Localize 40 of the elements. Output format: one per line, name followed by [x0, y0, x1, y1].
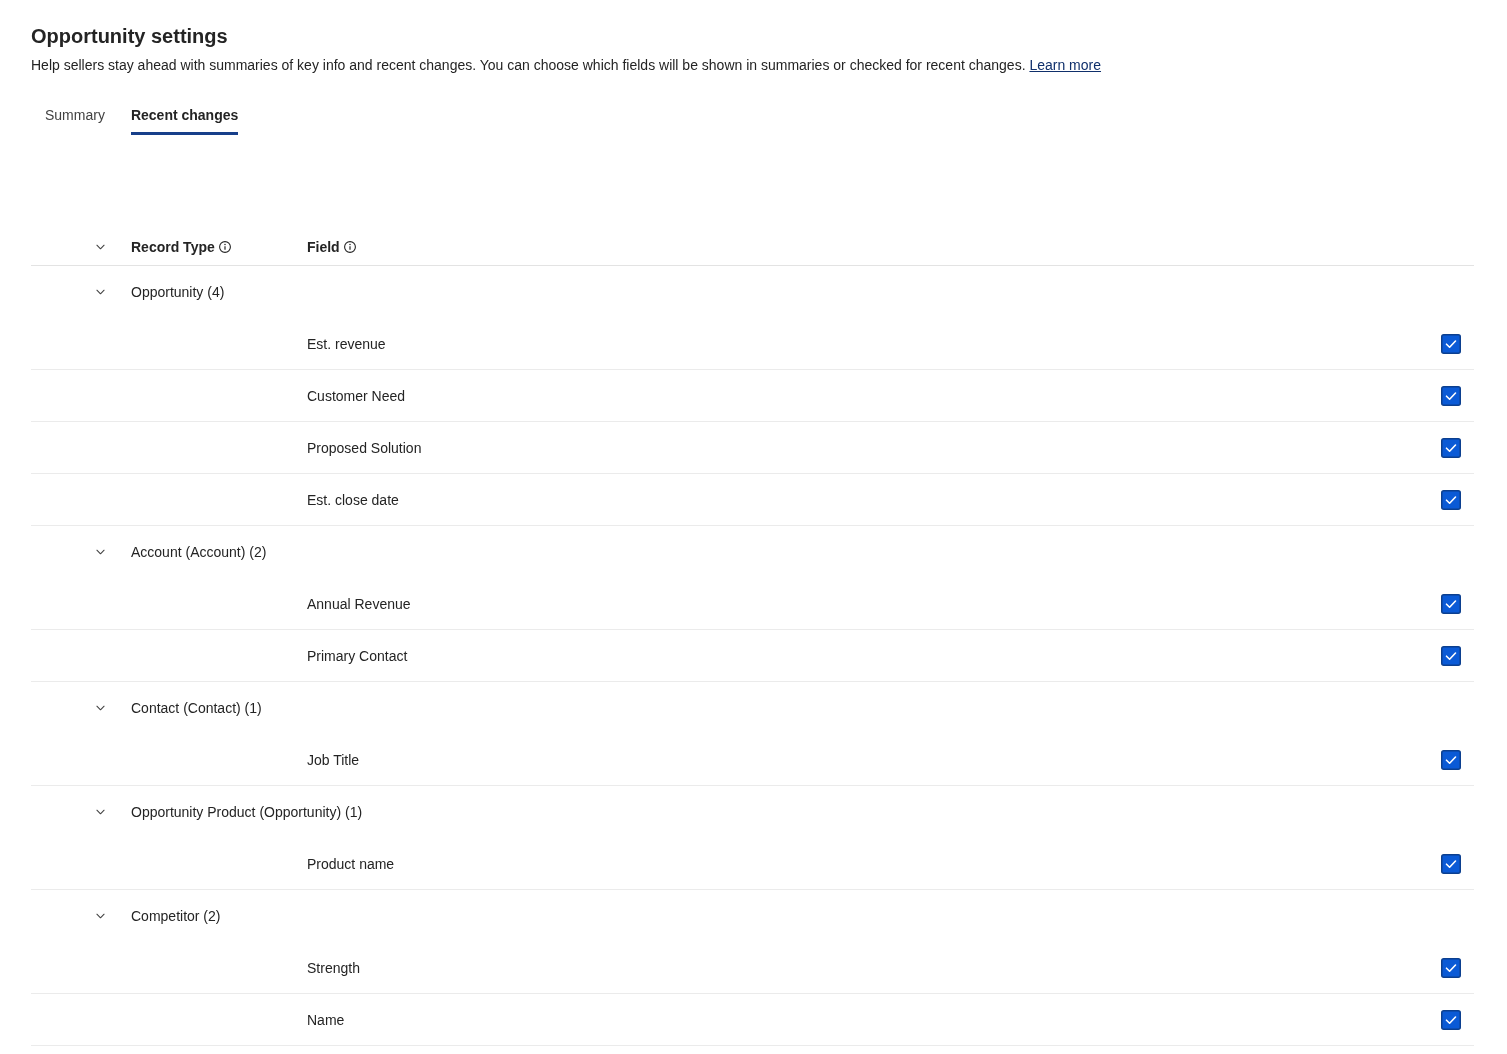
info-icon[interactable] — [218, 241, 231, 253]
page-title: Opportunity settings — [31, 24, 228, 49]
learn-more-link[interactable]: Learn more — [1029, 57, 1101, 73]
checkbox[interactable] — [1441, 749, 1461, 770]
field-label: Name — [307, 1010, 345, 1030]
group-label: Competitor (2) — [131, 907, 221, 926]
checkbox[interactable] — [1441, 385, 1461, 406]
chevron-icon[interactable] — [96, 809, 105, 815]
field-label: Strength — [307, 958, 360, 978]
group-label: Contact (Contact) (1) — [131, 699, 262, 718]
field-label: Est. close date — [307, 490, 399, 510]
tab[interactable]: Recent changes — [130, 103, 239, 135]
field-label: Job Title — [307, 750, 360, 770]
field-label: Proposed Solution — [307, 438, 422, 458]
field-label: Est. revenue — [307, 334, 386, 354]
checkbox[interactable] — [1441, 957, 1461, 978]
group-label: Opportunity Product (Opportunity) (1) — [131, 803, 363, 822]
group-label: Opportunity (4) — [131, 283, 225, 302]
chevron-icon[interactable] — [96, 289, 105, 295]
info-icon[interactable] — [343, 241, 356, 253]
description-text: Help sellers stay ahead with summaries of key info and recent changes. You can choose which fields will be shown in summaries or checked for recent changes. Learn more — [31, 56, 1101, 75]
checkbox[interactable] — [1441, 437, 1461, 458]
checkbox[interactable] — [1441, 853, 1461, 874]
checkbox[interactable] — [1441, 1009, 1461, 1030]
field-label: Product name — [307, 854, 395, 874]
group-label: Account (Account) (2) — [131, 543, 267, 562]
chevron-icon[interactable] — [96, 913, 105, 919]
checkbox[interactable] — [1441, 593, 1461, 614]
field-label: Primary Contact — [307, 646, 408, 666]
chevron-icon[interactable] — [96, 705, 105, 711]
field-label: Annual Revenue — [307, 594, 411, 614]
checkbox[interactable] — [1441, 489, 1461, 510]
chevron-icon[interactable] — [96, 549, 105, 555]
column-header: Record Type — [131, 238, 215, 257]
checkbox[interactable] — [1441, 645, 1461, 666]
column-header: Field — [307, 238, 340, 257]
chevron-icon[interactable] — [96, 244, 105, 250]
tab[interactable]: Summary — [45, 103, 105, 135]
field-label: Customer Need — [307, 386, 406, 406]
checkbox[interactable] — [1441, 333, 1461, 354]
